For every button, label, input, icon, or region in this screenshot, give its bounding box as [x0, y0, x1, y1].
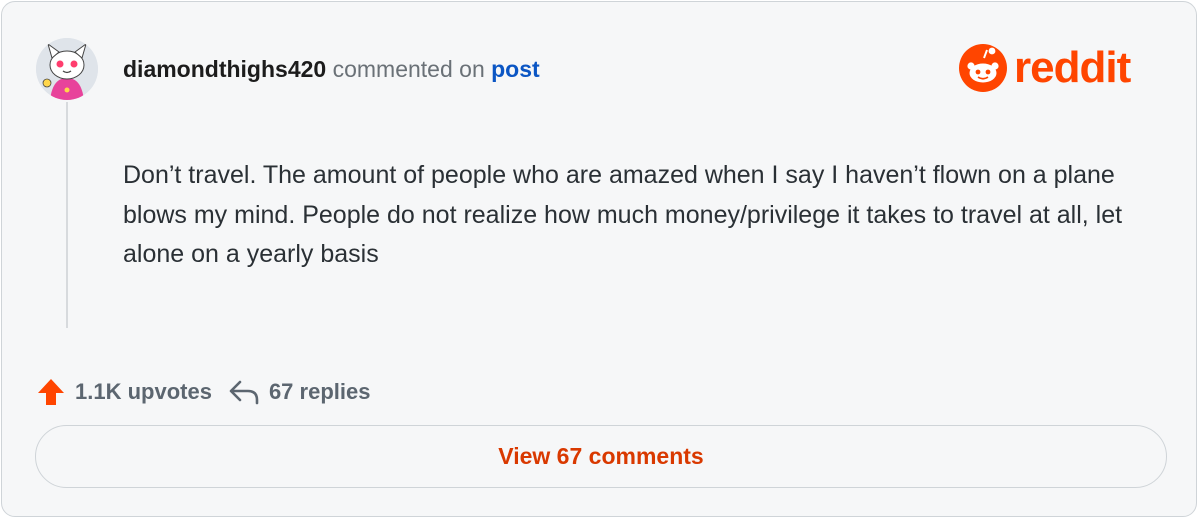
reddit-wordmark: reddit — [1014, 43, 1131, 92]
comment-stats: 1.1K upvotes 67 replies — [36, 376, 370, 408]
upvote-stat[interactable]: 1.1K upvotes — [36, 377, 212, 407]
reply-arrow-icon[interactable] — [228, 378, 260, 406]
comment-card: diamondthighs420 commented on post reddi… — [1, 1, 1197, 517]
reddit-snoo-icon — [959, 44, 1007, 92]
thread-line — [66, 102, 68, 328]
view-comments-button[interactable]: View 67 comments — [35, 425, 1167, 488]
post-link[interactable]: post — [491, 56, 540, 82]
action-text: commented on — [332, 56, 485, 82]
username[interactable]: diamondthighs420 — [123, 56, 326, 82]
reply-count: 67 replies — [268, 379, 371, 404]
upvote-arrow-icon[interactable] — [36, 377, 66, 407]
reply-stat[interactable]: 67 replies — [228, 378, 371, 406]
avatar[interactable] — [36, 38, 98, 100]
comment-body: Don’t travel. The amount of people who a… — [123, 161, 1123, 268]
snoo-avatar-icon — [36, 38, 98, 100]
comment-header: diamondthighs420 commented on post — [123, 54, 540, 84]
reddit-logo[interactable]: reddit — [958, 43, 1131, 92]
upvote-count: 1.1K upvotes — [75, 379, 212, 404]
